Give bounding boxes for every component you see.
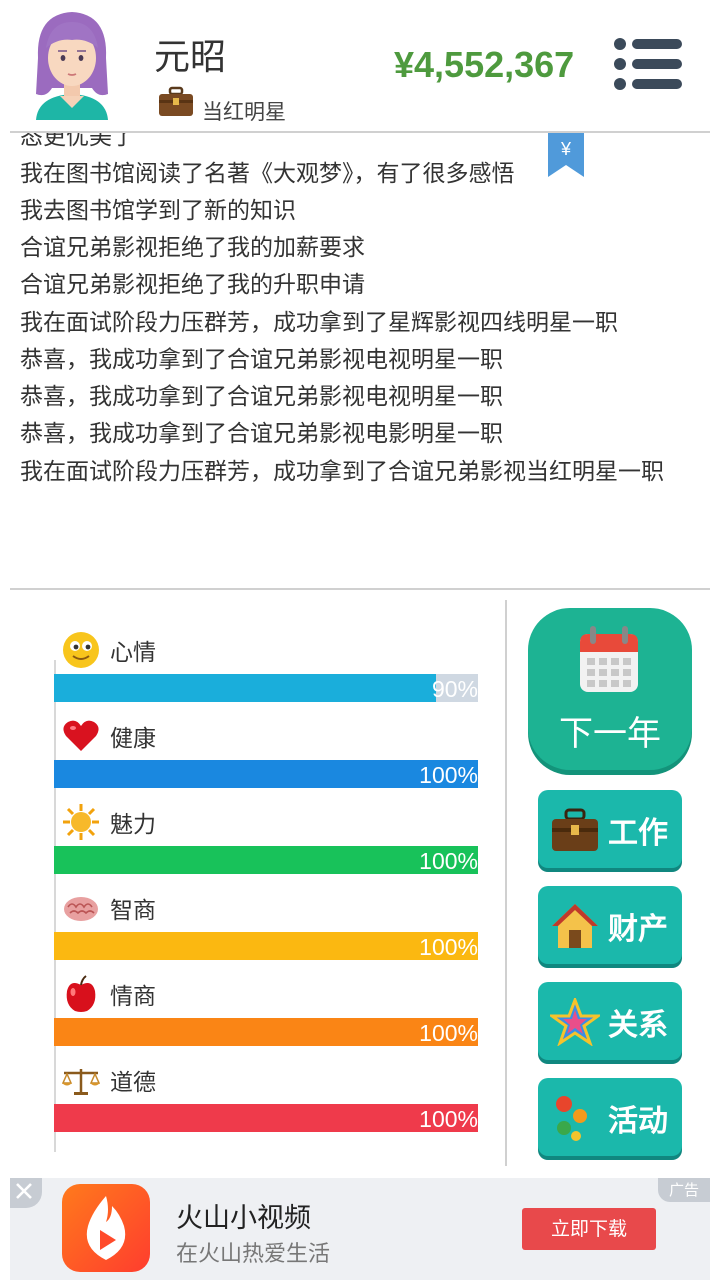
property-button[interactable]: 财产 <box>538 886 682 964</box>
player-name: 元昭 <box>154 37 227 78</box>
event-log-list: 态更优美了 我在图书馆阅读了名著《大观梦》，有了很多感悟 我去图书馆学到了新的知… <box>20 133 692 491</box>
smiley-icon <box>63 632 99 668</box>
log-entry: 恭喜，我成功拿到了合谊兄弟影视电影明星一职 <box>20 421 503 447</box>
money-balance: ¥4,552,367 <box>394 44 575 85</box>
stat-label: 道德 <box>110 1070 156 1096</box>
stat-bar-fill <box>54 674 436 702</box>
activities-button[interactable]: 活动 <box>538 1078 682 1156</box>
work-button[interactable]: 工作 <box>538 790 682 868</box>
panel-divider <box>505 600 507 1166</box>
brain-icon <box>64 897 98 921</box>
stat-bar: 100% <box>54 846 478 874</box>
activity-dots-icon <box>556 1096 587 1141</box>
stat-iq: 智商 100% <box>54 888 478 974</box>
stat-value: 100% <box>419 1020 478 1046</box>
stat-health: 健康 100% <box>54 716 478 802</box>
close-icon <box>16 1183 32 1199</box>
apple-icon <box>66 975 96 1012</box>
avatar[interactable] <box>26 8 118 120</box>
heart-icon <box>63 720 99 751</box>
yen-bookmark-icon[interactable]: ¥ <box>548 133 584 177</box>
log-entry: 合谊兄弟影视拒绝了我的加薪要求 <box>20 235 365 261</box>
property-label: 财产 <box>608 912 668 947</box>
stat-value: 100% <box>419 848 478 874</box>
stat-bar-fill <box>54 760 478 788</box>
flame-play-icon <box>86 1196 126 1260</box>
yen-symbol: ¥ <box>560 139 572 159</box>
header-bar: 元昭 当红明星 ¥4,552,367 <box>0 0 720 132</box>
stat-bar-fill <box>54 932 478 960</box>
stat-value: 90% <box>431 676 478 702</box>
next-year-label: 下一年 <box>559 714 661 754</box>
scales-icon <box>62 1069 100 1095</box>
log-entry: 我在面试阶段力压群芳，成功拿到了星辉影视四线明星一职 <box>20 310 618 336</box>
next-year-button[interactable]: 下一年 <box>528 608 692 770</box>
stat-label: 智商 <box>110 898 156 924</box>
ad-title: 火山小视频 <box>176 1203 311 1234</box>
stat-value: 100% <box>419 934 478 960</box>
calendar-icon <box>580 626 638 692</box>
stat-bar-fill <box>54 1104 478 1132</box>
ad-download-button[interactable]: 立即下载 <box>522 1208 656 1250</box>
stat-bar: 100% <box>54 1104 478 1132</box>
house-icon <box>552 904 598 948</box>
stat-mood: 心情 90% <box>54 630 478 716</box>
stat-bar: 100% <box>54 760 478 788</box>
relations-button[interactable]: 关系 <box>538 982 682 1060</box>
menu-icon[interactable] <box>612 36 684 92</box>
ad-app-logo[interactable] <box>62 1184 150 1272</box>
activities-label: 活动 <box>608 1104 668 1139</box>
stat-label: 健康 <box>110 726 156 752</box>
log-entry: 合谊兄弟影视拒绝了我的升职申请 <box>20 272 365 298</box>
work-label: 工作 <box>608 816 668 851</box>
ad-subtitle: 在火山热爱生活 <box>176 1242 331 1267</box>
log-entry: 我在面试阶段力压群芳，成功拿到了合谊兄弟影视当红明星一职 <box>20 459 664 485</box>
stat-bar: 100% <box>54 932 478 960</box>
log-entry: 我去图书馆学到了新的知识 <box>20 198 296 224</box>
log-entry: 恭喜，我成功拿到了合谊兄弟影视电视明星一职 <box>20 384 503 410</box>
ad-label: 广告 <box>658 1178 710 1202</box>
ad-close-button[interactable] <box>10 1178 42 1208</box>
stat-morality: 道德 100% <box>54 1060 478 1146</box>
stat-eq: 情商 100% <box>54 974 478 1060</box>
log-entry: 恭喜，我成功拿到了合谊兄弟影视电视明星一职 <box>20 347 503 373</box>
briefcase-icon <box>552 808 598 851</box>
stat-charm: 魅力 100% <box>54 802 478 888</box>
stat-label: 情商 <box>110 984 156 1010</box>
star-icon <box>550 998 600 1046</box>
relations-label: 关系 <box>608 1008 668 1043</box>
stat-label: 心情 <box>110 640 156 666</box>
stat-bar: 100% <box>54 1018 478 1046</box>
stats-panel: 心情 90% 健康 100% 魅力 100% 智商 100% 情商 100% 道… <box>54 600 494 1152</box>
job-title: 当红明星 <box>202 100 286 124</box>
briefcase-icon <box>159 86 193 116</box>
stat-bar: 90% <box>54 674 478 702</box>
stat-value: 100% <box>419 762 478 788</box>
sun-icon <box>63 804 99 840</box>
log-entry: 我在图书馆阅读了名著《大观梦》，有了很多感悟 <box>20 161 515 187</box>
log-entry: 态更优美了 <box>20 133 135 150</box>
event-log[interactable]: 态更优美了 我在图书馆阅读了名著《大观梦》，有了很多感悟 我去图书馆学到了新的知… <box>0 133 720 588</box>
stat-bar-fill <box>54 846 478 874</box>
stat-value: 100% <box>419 1106 478 1132</box>
log-divider <box>10 588 710 590</box>
stat-label: 魅力 <box>110 812 156 838</box>
stat-bar-fill <box>54 1018 478 1046</box>
